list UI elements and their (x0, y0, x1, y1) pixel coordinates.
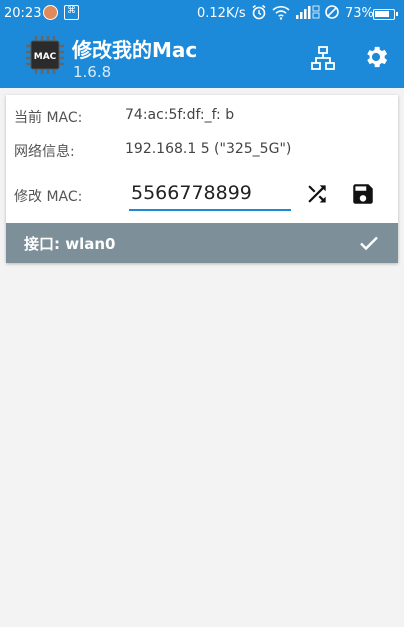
shuffle-icon[interactable] (304, 181, 330, 207)
app-version: 1.6.8 (73, 63, 112, 81)
app-title: 修改我的Mac (72, 38, 198, 62)
save-icon[interactable] (350, 181, 376, 207)
modify-mac-label: 修改 MAC: (14, 189, 83, 205)
interface-label: 接口: wlan0 (24, 235, 116, 253)
check-icon[interactable] (357, 231, 381, 255)
network-info-value: 192.168.1 5 ("325_5G") (125, 141, 292, 157)
status-bar: 20:23 ⌘ 0.12K/s 73% (0, 0, 404, 28)
notification-avatar-icon (43, 5, 58, 20)
app-bar: MAC 修改我的Mac 1.6.8 (0, 28, 404, 88)
alarm-icon (252, 4, 266, 20)
current-mac-value: 74:ac:5f:df:_f: b (125, 107, 235, 123)
mac-info-card: 当前 MAC: 74:ac:5f:df:_f: b 网络信息: 192.168.… (6, 95, 398, 263)
wifi-icon (272, 6, 290, 20)
logo-text: MAC (34, 52, 57, 62)
battery-icon (373, 9, 398, 20)
current-mac-label: 当前 MAC: (14, 110, 83, 126)
network-icon[interactable] (309, 44, 337, 72)
network-speed: 0.12K/s (197, 6, 246, 21)
chip-logo-icon: MAC (26, 33, 64, 74)
network-info-label: 网络信息: (14, 144, 75, 160)
interface-bar: 接口: wlan0 (6, 223, 398, 263)
gear-icon[interactable] (362, 43, 390, 71)
notification-app-icon: ⌘ (64, 5, 79, 20)
battery-percent: 73% (345, 6, 374, 21)
mac-input[interactable] (129, 179, 291, 211)
signal-icon (296, 5, 320, 19)
do-not-disturb-icon (325, 5, 339, 19)
status-time: 20:23 (4, 6, 42, 21)
